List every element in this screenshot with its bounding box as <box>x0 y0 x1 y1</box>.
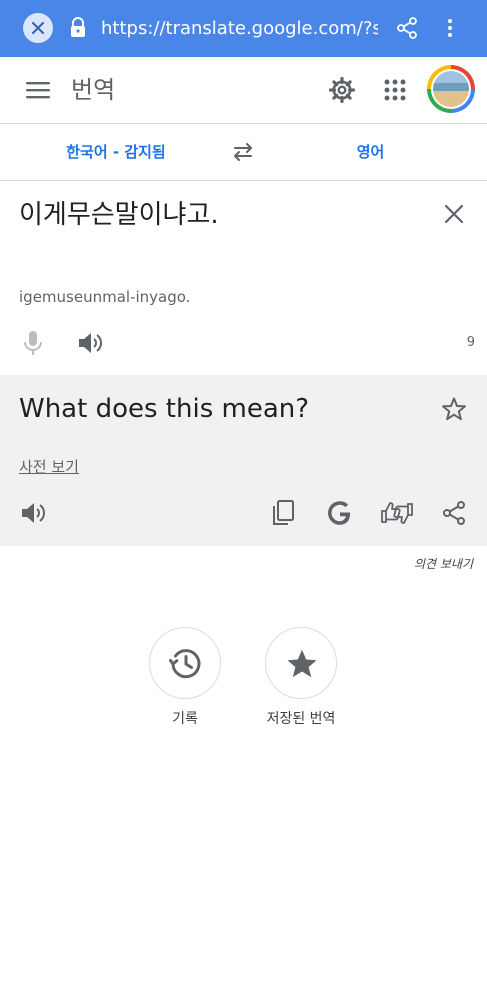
listen-source-button[interactable] <box>76 330 104 356</box>
lock-icon <box>66 16 90 40</box>
close-icon <box>444 204 464 224</box>
google-search-button[interactable] <box>326 499 354 527</box>
close-icon <box>31 21 45 35</box>
avatar[interactable] <box>427 65 475 113</box>
language-bar: 한국어 - 감지됨 영어 <box>0 124 487 181</box>
speaker-icon <box>79 333 102 353</box>
google-icon <box>328 501 351 525</box>
star-outline-icon <box>442 397 466 421</box>
url-field[interactable]: https://translate.google.com/?sl=au <box>101 17 378 41</box>
send-feedback-link[interactable]: 의견 보내기 <box>360 556 473 572</box>
more-vertical-icon <box>448 19 452 37</box>
swap-languages-icon <box>234 143 252 161</box>
browser-toolbar: https://translate.google.com/?sl=au <box>0 0 487 57</box>
menu-icon <box>26 82 50 99</box>
translation-panel: What does this mean? 사전 보기 <box>0 375 487 546</box>
history-icon <box>168 646 204 682</box>
apps-button[interactable] <box>383 78 407 102</box>
copy-translation-button[interactable] <box>270 499 296 527</box>
share-translation-button[interactable] <box>441 500 467 526</box>
browser-close-button[interactable] <box>23 13 53 43</box>
settings-button[interactable] <box>328 76 356 104</box>
share-icon <box>443 501 465 525</box>
source-language-button[interactable]: 한국어 - 감지됨 <box>0 124 232 180</box>
translation-text: What does this mean? <box>19 394 310 424</box>
dictionary-link[interactable]: 사전 보기 <box>19 457 79 477</box>
microphone-icon <box>24 331 42 355</box>
source-text-input[interactable]: 이게무슨말이냐고. <box>19 198 429 232</box>
browser-share-button[interactable] <box>395 16 419 40</box>
page-title: 번역 <box>71 76 116 104</box>
voice-input-button[interactable] <box>22 330 44 356</box>
apps-grid-icon <box>384 79 406 101</box>
browser-more-button[interactable] <box>442 16 458 40</box>
star-icon <box>284 646 320 682</box>
speaker-icon <box>22 503 45 523</box>
romanization-text: igemuseunmal-inyago. <box>19 288 191 306</box>
app-header: 번역 <box>0 57 487 124</box>
avatar-frame <box>431 69 471 109</box>
gear-icon <box>328 76 356 104</box>
listen-translation-button[interactable] <box>19 500 47 526</box>
history-button[interactable] <box>149 627 221 699</box>
history-label: 기록 <box>172 711 198 727</box>
character-count: 9 <box>466 335 475 350</box>
thumbs-rating-icon <box>381 502 413 524</box>
saved-translations-button[interactable] <box>265 627 337 699</box>
avatar-photo <box>433 71 469 107</box>
copy-icon <box>273 500 294 525</box>
clear-source-button[interactable] <box>443 203 465 225</box>
share-icon <box>397 17 417 39</box>
menu-button[interactable] <box>25 78 51 102</box>
saved-translations-label: 저장된 번역 <box>266 711 336 727</box>
target-language-button[interactable]: 영어 <box>254 124 487 180</box>
rate-translation-button[interactable] <box>380 499 414 527</box>
source-panel: 이게무슨말이냐고. igemuseunmal-inyago. 9 <box>0 181 487 375</box>
swap-languages-button[interactable] <box>231 140 255 164</box>
save-translation-button[interactable] <box>441 396 467 422</box>
